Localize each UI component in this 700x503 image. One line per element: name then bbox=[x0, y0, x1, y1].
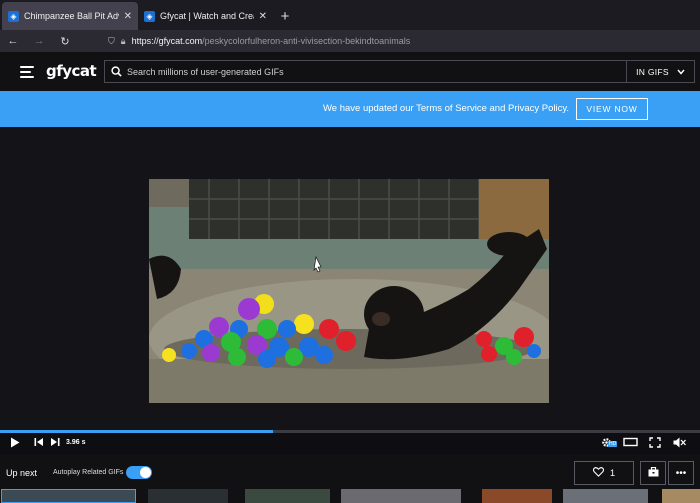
autoplay-toggle[interactable] bbox=[126, 466, 152, 479]
related-gif-thumbnail[interactable] bbox=[148, 489, 228, 503]
view-now-button[interactable]: VIEW NOW bbox=[576, 98, 648, 120]
search-scope-label: IN GIFS bbox=[636, 66, 669, 77]
related-gif-thumbnail[interactable] bbox=[1, 489, 136, 503]
tab-gfycat-home[interactable]: ◈ Gfycat | Watch and Create GIFs ✕ bbox=[138, 2, 273, 30]
address-bar[interactable]: ⛉ 🔒︎ https://gfycat.com/peskycolorfulher… bbox=[84, 32, 694, 50]
close-tab-icon[interactable]: ✕ bbox=[259, 11, 267, 22]
related-thumbnails bbox=[0, 489, 700, 503]
related-gif-thumbnail[interactable] bbox=[341, 489, 461, 503]
forward-icon[interactable]: → bbox=[32, 35, 46, 47]
url-host: https://gfycat.com bbox=[131, 36, 203, 46]
hd-badge: HD bbox=[608, 441, 618, 447]
more-dots-icon: ••• bbox=[675, 467, 687, 479]
briefcase-icon bbox=[648, 466, 659, 480]
related-gif-thumbnail[interactable] bbox=[563, 489, 648, 503]
fullscreen-icon[interactable] bbox=[649, 437, 661, 451]
elapsed-time: 3.96 s bbox=[66, 439, 86, 446]
banner-message: We have updated our Terms of Service and… bbox=[323, 103, 570, 114]
chevron-down-icon bbox=[677, 67, 685, 77]
search-bar: IN GIFS bbox=[104, 60, 695, 83]
search-scope-dropdown[interactable]: IN GIFS bbox=[626, 61, 694, 82]
theater-mode-icon[interactable] bbox=[623, 437, 638, 450]
related-gif-thumbnail[interactable] bbox=[245, 489, 330, 503]
add-to-collection-button[interactable] bbox=[640, 461, 666, 485]
site-header: gfycat IN GIFS bbox=[0, 52, 700, 91]
up-next-label: Up next bbox=[6, 468, 38, 478]
chimpanzee-ball-pit-image bbox=[149, 179, 549, 403]
like-count: 1 bbox=[609, 468, 615, 478]
reload-icon[interactable]: ↻ bbox=[58, 35, 72, 48]
url-text[interactable]: https://gfycat.com/peskycolorfulheron-an… bbox=[132, 36, 411, 46]
play-icon[interactable] bbox=[10, 437, 20, 451]
lock-icon[interactable]: 🔒︎ bbox=[121, 36, 126, 47]
gif-video[interactable] bbox=[149, 179, 549, 403]
search-input[interactable] bbox=[127, 66, 626, 77]
video-stage[interactable] bbox=[0, 127, 700, 430]
browser-nav-bar: ← → ↻ ⛉ 🔒︎ https://gfycat.com/peskycolor… bbox=[0, 30, 700, 52]
search-icon[interactable] bbox=[105, 66, 127, 77]
mute-icon[interactable] bbox=[673, 437, 686, 451]
gfycat-favicon-icon: ◈ bbox=[144, 10, 155, 22]
back-icon[interactable]: ← bbox=[6, 35, 20, 47]
tab-title: Chimpanzee Ball Pit Adventure bbox=[24, 11, 119, 21]
toggle-knob bbox=[140, 467, 151, 478]
gfycat-logo[interactable]: gfycat bbox=[46, 62, 97, 80]
like-button[interactable]: 1 bbox=[574, 461, 634, 485]
shield-icon[interactable]: ⛉ bbox=[108, 36, 115, 47]
browser-tab-strip: ◈ Chimpanzee Ball Pit Adventure ✕ ◈ Gfyc… bbox=[0, 0, 700, 30]
close-tab-icon[interactable]: ✕ bbox=[124, 11, 132, 22]
url-path: /peskycolorfulheron-anti-vivisection-bek… bbox=[202, 36, 411, 46]
tab-chimpanzee[interactable]: ◈ Chimpanzee Ball Pit Adventure ✕ bbox=[2, 2, 138, 30]
heart-icon bbox=[592, 467, 605, 479]
related-gifs-bar: Up next Autoplay Related GIFs 1 ••• bbox=[0, 454, 700, 489]
autoplay-label: Autoplay Related GIFs bbox=[53, 469, 124, 476]
gfycat-favicon-icon: ◈ bbox=[8, 10, 19, 22]
tab-title: Gfycat | Watch and Create GIFs bbox=[160, 11, 254, 21]
new-tab-button[interactable]: + bbox=[273, 2, 297, 30]
player-controls: 3.96 s HD bbox=[0, 433, 700, 454]
related-gif-thumbnail[interactable] bbox=[482, 489, 552, 503]
previous-frame-icon[interactable] bbox=[34, 437, 44, 450]
related-gif-thumbnail[interactable] bbox=[662, 489, 700, 503]
menu-icon[interactable] bbox=[20, 66, 34, 78]
more-options-button[interactable]: ••• bbox=[668, 461, 694, 485]
terms-update-banner: We have updated our Terms of Service and… bbox=[0, 91, 700, 127]
next-frame-icon[interactable] bbox=[50, 437, 60, 450]
